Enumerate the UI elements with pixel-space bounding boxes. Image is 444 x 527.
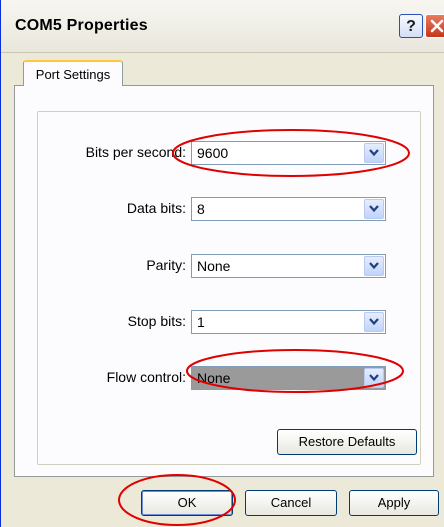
data-bits-label: Data bits: [126,200,186,216]
close-button[interactable] [425,14,444,38]
chevron-down-icon [369,205,379,213]
bits-per-second-value: 9600 [197,145,229,161]
parity-label: Parity: [146,257,186,273]
chevron-down-icon [369,262,379,270]
data-bits-dropdown-button[interactable] [364,199,384,219]
apply-button[interactable]: Apply [349,490,439,516]
bits-per-second-select[interactable]: 9600 [191,141,386,165]
flow-control-value: None [197,370,231,386]
parity-select[interactable]: None [191,254,386,278]
properties-dialog: COM5 Properties ? Port Settings Bits per… [0,0,444,527]
chevron-down-icon [369,374,379,382]
stop-bits-select[interactable]: 1 [191,310,386,334]
cancel-button[interactable]: Cancel [245,490,337,516]
stop-bits-label: Stop bits: [127,313,186,329]
flow-control-label: Flow control: [106,369,186,385]
parity-value: None [197,258,231,274]
help-button[interactable]: ? [399,14,423,38]
stop-bits-dropdown-button[interactable] [364,312,384,332]
bits-per-second-dropdown-button[interactable] [364,143,384,163]
ok-button[interactable]: OK [141,490,233,516]
flow-control-select[interactable]: None [191,366,386,390]
data-bits-value: 8 [197,201,205,217]
stop-bits-value: 1 [197,314,205,330]
parity-dropdown-button[interactable] [364,256,384,276]
flow-control-dropdown-button[interactable] [364,368,384,388]
data-bits-select[interactable]: 8 [191,197,386,221]
chevron-down-icon [369,149,379,157]
title-bar[interactable]: COM5 Properties ? [1,0,444,53]
chevron-down-icon [369,318,379,326]
close-icon [430,19,444,33]
restore-defaults-button[interactable]: Restore Defaults [277,429,417,455]
window-title: COM5 Properties [15,17,148,34]
tab-port-settings[interactable]: Port Settings [23,60,123,86]
bits-per-second-label: Bits per second: [85,144,186,160]
